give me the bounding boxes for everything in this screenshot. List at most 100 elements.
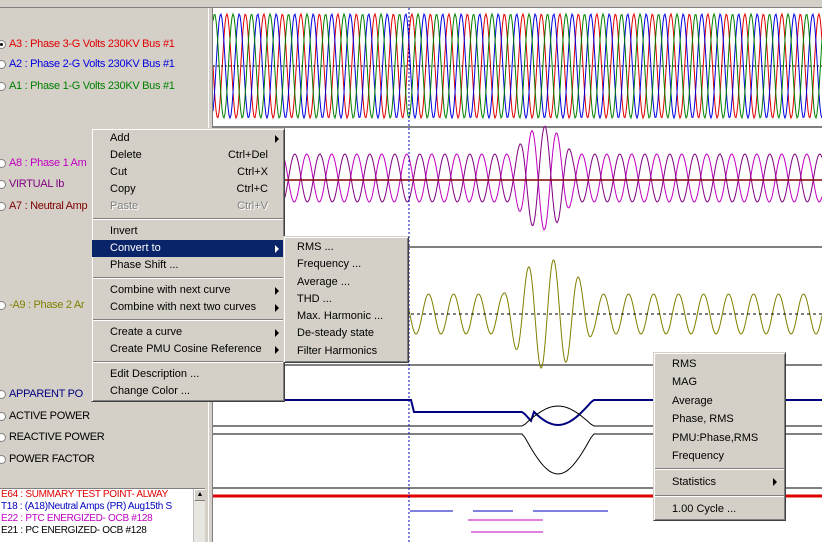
menu-item-label: Convert to xyxy=(110,242,161,254)
menu-item-phase-shift[interactable]: Phase Shift ... xyxy=(92,257,284,274)
channel-label: A7 : Neutral Amp xyxy=(9,200,88,212)
channel-item[interactable]: A7 : Neutral Amp xyxy=(0,200,88,212)
menu-item-edit-description[interactable]: Edit Description ... xyxy=(92,366,284,383)
menu-separator xyxy=(655,468,784,471)
menu-item-label: Combine with next curve xyxy=(110,284,231,296)
channel-item[interactable]: A1 : Phase 1-G Volts 230KV Bus #1 xyxy=(0,80,175,92)
channel-label: A2 : Phase 2-G Volts 230KV Bus #1 xyxy=(9,58,175,70)
radio-button[interactable] xyxy=(0,179,6,189)
submenu-arrow-icon xyxy=(275,346,279,354)
channel-item[interactable]: REACTIVE POWER xyxy=(0,431,105,443)
radio-button[interactable] xyxy=(0,158,6,168)
menu-item-add[interactable]: Add xyxy=(92,130,284,147)
menu-item-label: Phase Shift ... xyxy=(110,259,179,271)
radio-button[interactable] xyxy=(0,59,6,69)
menu-separator xyxy=(93,361,283,363)
menu-separator xyxy=(93,277,283,279)
channel-item[interactable]: A3 : Phase 3-G Volts 230KV Bus #1 xyxy=(0,38,175,50)
menu-separator xyxy=(93,319,283,321)
channel-label: REACTIVE POWER xyxy=(9,431,105,443)
event-item[interactable]: E64 : SUMMARY TEST POINT- ALWAY xyxy=(0,489,205,501)
submenu-arrow-icon xyxy=(275,245,279,253)
submenu-arrow-icon xyxy=(773,478,777,487)
convert-option[interactable]: THD ... xyxy=(284,291,408,308)
menu-item-copy[interactable]: Copy Ctrl+C xyxy=(92,181,284,198)
menu-item-paste[interactable]: Paste Ctrl+V xyxy=(92,198,284,215)
channel-label: A8 : Phase 1 Am xyxy=(9,157,87,169)
channel-label: A1 : Phase 1-G Volts 230KV Bus #1 xyxy=(9,80,175,92)
channel-label: ACTIVE POWER xyxy=(9,410,90,422)
submenu-arrow-icon xyxy=(275,135,279,143)
radio-button[interactable] xyxy=(0,300,6,310)
scroll-up-icon[interactable]: ▲ xyxy=(194,489,205,501)
convert-option[interactable]: Frequency ... xyxy=(284,256,408,273)
channel-item[interactable]: A8 : Phase 1 Am xyxy=(0,157,87,169)
convert-option[interactable]: Max. Harmonic ... xyxy=(284,308,408,325)
menu-item-label: Change Color ... xyxy=(110,385,191,397)
menu-item-cut[interactable]: Cut Ctrl+X xyxy=(92,164,284,181)
measure-option[interactable]: PMU:Phase,RMS xyxy=(654,429,785,447)
menu-shortcut: Ctrl+V xyxy=(237,200,268,212)
convert-option[interactable]: De-steady state xyxy=(284,325,408,342)
measure-option[interactable]: Average xyxy=(654,392,785,410)
virtual-ib-trace xyxy=(212,125,822,227)
channel-item[interactable]: VIRTUAL Ib xyxy=(0,178,64,190)
menu-item-label: Edit Description ... xyxy=(110,368,200,380)
measurement-menu: RMS MAG Average Phase, RMS PMU:Phase,RMS Freq… xyxy=(653,352,786,522)
menu-shortcut: Ctrl+X xyxy=(237,166,268,178)
menu-item-label: Delete xyxy=(110,149,142,161)
menu-item-invert[interactable]: Invert xyxy=(92,223,284,240)
channel-label: APPARENT PO xyxy=(9,388,83,400)
convert-to-submenu: RMS ... Frequency ... Average ... THD ... Ma… xyxy=(283,236,409,364)
submenu-arrow-icon xyxy=(275,287,279,295)
channel-item[interactable]: ACTIVE POWER xyxy=(0,410,90,422)
menu-item-combine-with-next-two-curves[interactable]: Combine with next two curves xyxy=(92,299,284,316)
menu-item-create-a-curve[interactable]: Create a curve xyxy=(92,324,284,341)
submenu-arrow-icon xyxy=(275,329,279,337)
convert-option[interactable]: RMS ... xyxy=(284,239,408,256)
channel-item[interactable]: POWER FACTOR xyxy=(0,453,95,465)
menu-item-create-pmu-cosine-reference[interactable]: Create PMU Cosine Reference xyxy=(92,341,284,358)
menu-shortcut: Ctrl+C xyxy=(236,183,268,195)
channel-label: VIRTUAL Ib xyxy=(9,178,65,190)
channel-item[interactable]: APPARENT PO xyxy=(0,388,83,400)
submenu-arrow-icon xyxy=(275,304,279,312)
menu-item-statistics[interactable]: Statistics xyxy=(654,473,785,491)
radio-button[interactable] xyxy=(0,411,6,421)
menu-item-delete[interactable]: Delete Ctrl+Del xyxy=(92,147,284,164)
radio-button[interactable] xyxy=(0,81,6,91)
convert-option[interactable]: Average ... xyxy=(284,274,408,291)
menu-item-convert-to[interactable]: Convert to xyxy=(92,240,284,257)
radio-button[interactable] xyxy=(0,432,6,442)
menu-shortcut: Ctrl+Del xyxy=(227,149,268,161)
menu-separator xyxy=(93,218,283,220)
radio-button[interactable] xyxy=(0,389,6,399)
menu-item-label: Combine with next two curves xyxy=(110,301,257,313)
measure-option[interactable]: Phase, RMS xyxy=(654,410,785,428)
menu-item-label: Cut xyxy=(110,166,128,178)
menu-item-cycle[interactable]: 1.00 Cycle ... xyxy=(654,500,785,518)
channel-label: -A9 : Phase 2 Ar xyxy=(9,299,85,311)
menu-item-label: Add xyxy=(110,132,130,144)
channel-label: POWER FACTOR xyxy=(9,453,95,465)
radio-button[interactable] xyxy=(0,454,6,464)
curve-context-menu: Add Delete Ctrl+Del Cut Ctrl+X Copy Ctrl+C Past… xyxy=(91,128,285,402)
measure-option[interactable]: MAG xyxy=(654,373,785,391)
event-item[interactable]: T18 : (A18)Neutral Amps (PR) Aug15th S xyxy=(0,501,205,513)
channel-item[interactable]: A2 : Phase 2-G Volts 230KV Bus #1 xyxy=(0,58,175,70)
measure-option[interactable]: RMS xyxy=(654,355,785,373)
event-item[interactable]: E22 : PTC ENERGIZED- OCB #128 xyxy=(0,513,205,525)
menu-item-label: Create PMU Cosine Reference xyxy=(110,343,262,355)
event-item[interactable]: E21 : PC ENERGIZED- OCB #128 xyxy=(0,525,205,537)
menu-item-label: Copy xyxy=(110,183,136,195)
radio-button[interactable] xyxy=(0,201,6,211)
convert-option[interactable]: Filter Harmonics xyxy=(284,343,408,360)
event-list-scrollbar[interactable]: ▲ xyxy=(193,489,205,542)
channel-item[interactable]: -A9 : Phase 2 Ar xyxy=(0,299,85,311)
menu-item-change-color[interactable]: Change Color ... xyxy=(92,383,284,400)
menu-item-label: Paste xyxy=(110,200,139,212)
event-list[interactable]: E64 : SUMMARY TEST POINT- ALWAY T18 : (A1… xyxy=(0,488,205,542)
radio-button[interactable] xyxy=(0,39,6,49)
menu-item-combine-with-next-curve[interactable]: Combine with next curve xyxy=(92,282,284,299)
measure-option[interactable]: Frequency xyxy=(654,447,785,465)
